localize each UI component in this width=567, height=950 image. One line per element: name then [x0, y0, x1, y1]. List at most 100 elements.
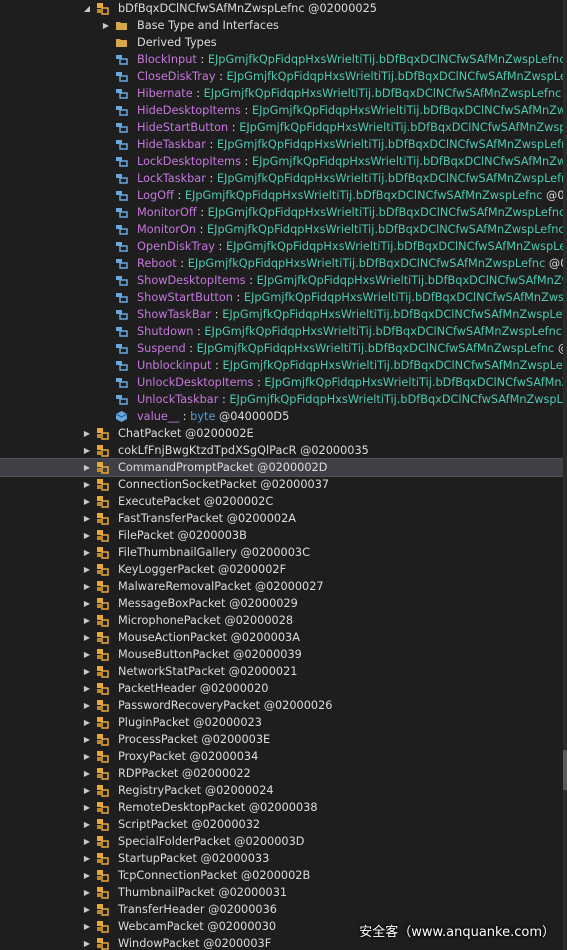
collapsed-triangle-icon[interactable]: ▶ [82, 850, 92, 867]
tree-node-enum-member[interactable]: OpenDiskTray : EJpGmjfkQpFidqpHxsWrielti… [0, 238, 563, 255]
collapsed-triangle-icon[interactable]: ▶ [82, 544, 92, 561]
tree-node-type[interactable]: ▶ ScriptPacket @02000032 [0, 816, 563, 833]
collapsed-triangle-icon[interactable]: ▶ [82, 442, 92, 459]
tree-node-enum-member[interactable]: Hibernate : EJpGmjfkQpFidqpHxsWrieltiTij… [0, 85, 563, 102]
tree-node-type[interactable]: ▶ SpecialFolderPacket @0200003D [0, 833, 563, 850]
collapsed-triangle-icon[interactable]: ▶ [82, 731, 92, 748]
collapsed-triangle-icon[interactable]: ▶ [82, 459, 92, 476]
collapsed-triangle-icon[interactable]: ▶ [82, 646, 92, 663]
tree-node-type[interactable]: ▶ ProxyPacket @02000034 [0, 748, 563, 765]
tree-node-type[interactable]: ▶ ConnectionSocketPacket @02000037 [0, 476, 563, 493]
tree-node-type[interactable]: ▶ RegistryPacket @02000024 [0, 782, 563, 799]
tree-node-enum-member[interactable]: UnlockTaskbar : EJpGmjfkQpFidqpHxsWrielt… [0, 391, 563, 408]
tree-node-enum[interactable]: ◢ bDfBqxDClNCfwSAfMnZwspLefnc @02000025 [0, 0, 563, 17]
tree-node-enum-member[interactable]: HideStartButton : EJpGmjfkQpFidqpHxsWrie… [0, 119, 563, 136]
expanded-triangle-icon[interactable]: ◢ [82, 0, 92, 17]
type-token: @0200003E [201, 733, 271, 746]
collapsed-triangle-icon[interactable]: ▶ [82, 663, 92, 680]
tree-node-base-types[interactable]: ▶ Base Type and Interfaces [0, 17, 563, 34]
tree-node-enum-member[interactable]: MonitorOff : EJpGmjfkQpFidqpHxsWrieltiTi… [0, 204, 563, 221]
tree-node-enum-member[interactable]: Suspend : EJpGmjfkQpFidqpHxsWrieltiTij.b… [0, 340, 563, 357]
tree-node-type[interactable]: ▶ MouseActionPacket @0200003A [0, 629, 563, 646]
collapsed-triangle-icon[interactable]: ▶ [82, 918, 92, 935]
collapsed-triangle-icon[interactable]: ▶ [82, 748, 92, 765]
collapsed-triangle-icon[interactable]: ▶ [82, 714, 92, 731]
tree-node-derived-types[interactable]: Derived Types [0, 34, 563, 51]
scrollbar-thumb[interactable] [563, 750, 567, 790]
tree-node-type[interactable]: ▶ ThumbnailPacket @02000031 [0, 884, 563, 901]
collapsed-triangle-icon[interactable]: ▶ [82, 561, 92, 578]
tree-node-enum-member[interactable]: Unblockinput : EJpGmjfkQpFidqpHxsWrielti… [0, 357, 563, 374]
class-icon [97, 632, 109, 644]
member-name: HideDesktopItems [137, 104, 241, 117]
tree-node-type[interactable]: ▶ cokLfFnjBwgKtzdTpdXSgQlPacR @02000035 [0, 442, 563, 459]
tree-node-enum-member[interactable]: ShowStartButton : EJpGmjfkQpFidqpHxsWrie… [0, 289, 563, 306]
tree-node-enum-member[interactable]: HideDesktopItems : EJpGmjfkQpFidqpHxsWri… [0, 102, 563, 119]
tree-node-type[interactable]: ▶ ChatPacket @0200002E [0, 425, 563, 442]
tree-node-type[interactable]: ▶ FileThumbnailGallery @0200003C [0, 544, 563, 561]
collapsed-triangle-icon[interactable]: ▶ [82, 833, 92, 850]
member-name: UnlockDesktopItems [137, 376, 254, 389]
tree-node-type[interactable]: ▶ NetworkStatPacket @02000021 [0, 663, 563, 680]
collapsed-triangle-icon[interactable]: ▶ [82, 612, 92, 629]
tree-node-enum-member[interactable]: HideTaskbar : EJpGmjfkQpFidqpHxsWrieltiT… [0, 136, 563, 153]
collapsed-triangle-icon[interactable]: ▶ [101, 17, 111, 34]
collapsed-triangle-icon[interactable]: ▶ [82, 680, 92, 697]
tree-node-enum-member[interactable]: CloseDiskTray : EJpGmjfkQpFidqpHxsWrielt… [0, 68, 563, 85]
collapsed-triangle-icon[interactable]: ▶ [82, 884, 92, 901]
enum-member-icon [116, 361, 128, 371]
type-name: SpecialFolderPacket [118, 835, 231, 848]
assembly-tree[interactable]: ◢ bDfBqxDClNCfwSAfMnZwspLefnc @02000025 … [0, 0, 563, 950]
tree-node-enum-member[interactable]: Shutdown : EJpGmjfkQpFidqpHxsWrieltiTij.… [0, 323, 563, 340]
collapsed-triangle-icon[interactable]: ▶ [82, 510, 92, 527]
collapsed-triangle-icon[interactable]: ▶ [82, 799, 92, 816]
tree-node-enum-member[interactable]: ShowTaskBar : EJpGmjfkQpFidqpHxsWrieltiT… [0, 306, 563, 323]
tree-node-enum-member[interactable]: ShowDesktopItems : EJpGmjfkQpFidqpHxsWri… [0, 272, 563, 289]
tree-node-type[interactable]: ▶ KeyLoggerPacket @0200002F [0, 561, 563, 578]
collapsed-triangle-icon[interactable]: ▶ [82, 425, 92, 442]
collapsed-triangle-icon[interactable]: ▶ [82, 697, 92, 714]
tree-node-type[interactable]: ▶ StartupPacket @02000033 [0, 850, 563, 867]
collapsed-triangle-icon[interactable]: ▶ [82, 527, 92, 544]
tree-node-type[interactable]: ▶ FilePacket @0200003B [0, 527, 563, 544]
tree-node-enum-member[interactable]: UnlockDesktopItems : EJpGmjfkQpFidqpHxsW… [0, 374, 563, 391]
tree-node-enum-member[interactable]: LogOff : EJpGmjfkQpFidqpHxsWrieltiTij.bD… [0, 187, 563, 204]
tree-node-type[interactable]: ▶ ProcessPacket @0200003E [0, 731, 563, 748]
tree-node-type[interactable]: ▶ CommandPromptPacket @0200002D [0, 458, 563, 477]
tree-node-type[interactable]: ▶ ExecutePacket @0200002C [0, 493, 563, 510]
tree-node-type[interactable]: ▶ RemoteDesktopPacket @02000038 [0, 799, 563, 816]
tree-node-type[interactable]: ▶ TcpConnectionPacket @0200002B [0, 867, 563, 884]
collapsed-triangle-icon[interactable]: ▶ [82, 578, 92, 595]
tree-node-type[interactable]: ▶ PluginPacket @02000023 [0, 714, 563, 731]
collapsed-triangle-icon[interactable]: ▶ [82, 629, 92, 646]
enum-member-icon [116, 89, 128, 99]
tree-node-type[interactable]: ▶ RDPPacket @02000022 [0, 765, 563, 782]
tree-node-value-field[interactable]: value__ : byte @040000D5 [0, 408, 563, 425]
vertical-scrollbar[interactable] [563, 0, 567, 950]
tree-node-type[interactable]: ▶ FastTransferPacket @0200002A [0, 510, 563, 527]
collapsed-triangle-icon[interactable]: ▶ [82, 476, 92, 493]
tree-node-enum-member[interactable]: BlockInput : EJpGmjfkQpFidqpHxsWrieltiTi… [0, 51, 563, 68]
tree-node-enum-member[interactable]: LockTaskbar : EJpGmjfkQpFidqpHxsWrieltiT… [0, 170, 563, 187]
collapsed-triangle-icon[interactable]: ▶ [82, 493, 92, 510]
collapsed-triangle-icon[interactable]: ▶ [82, 782, 92, 799]
tree-node-enum-member[interactable]: Reboot : EJpGmjfkQpFidqpHxsWrieltiTij.bD… [0, 255, 563, 272]
tree-node-type[interactable]: ▶ PasswordRecoveryPacket @02000026 [0, 697, 563, 714]
tree-node-enum-member[interactable]: LockDesktopItems : EJpGmjfkQpFidqpHxsWri… [0, 153, 563, 170]
collapsed-triangle-icon[interactable]: ▶ [82, 595, 92, 612]
member-name: HideStartButton [137, 121, 229, 134]
tree-node-type[interactable]: ▶ TransferHeader @02000036 [0, 901, 563, 918]
collapsed-triangle-icon[interactable]: ▶ [82, 867, 92, 884]
type-name: WindowPacket [118, 937, 200, 950]
collapsed-triangle-icon[interactable]: ▶ [82, 935, 92, 950]
tree-node-type[interactable]: ▶ MouseButtonPacket @02000039 [0, 646, 563, 663]
tree-node-type[interactable]: ▶ MessageBoxPacket @02000029 [0, 595, 563, 612]
tree-node-type[interactable]: ▶ MalwareRemovalPacket @02000027 [0, 578, 563, 595]
collapsed-triangle-icon[interactable]: ▶ [82, 816, 92, 833]
tree-node-type[interactable]: ▶ MicrophonePacket @02000028 [0, 612, 563, 629]
collapsed-triangle-icon[interactable]: ▶ [82, 901, 92, 918]
class-icon [97, 887, 109, 899]
collapsed-triangle-icon[interactable]: ▶ [82, 765, 92, 782]
tree-node-type[interactable]: ▶ PacketHeader @02000020 [0, 680, 563, 697]
tree-node-enum-member[interactable]: MonitorOn : EJpGmjfkQpFidqpHxsWrieltiTij… [0, 221, 563, 238]
